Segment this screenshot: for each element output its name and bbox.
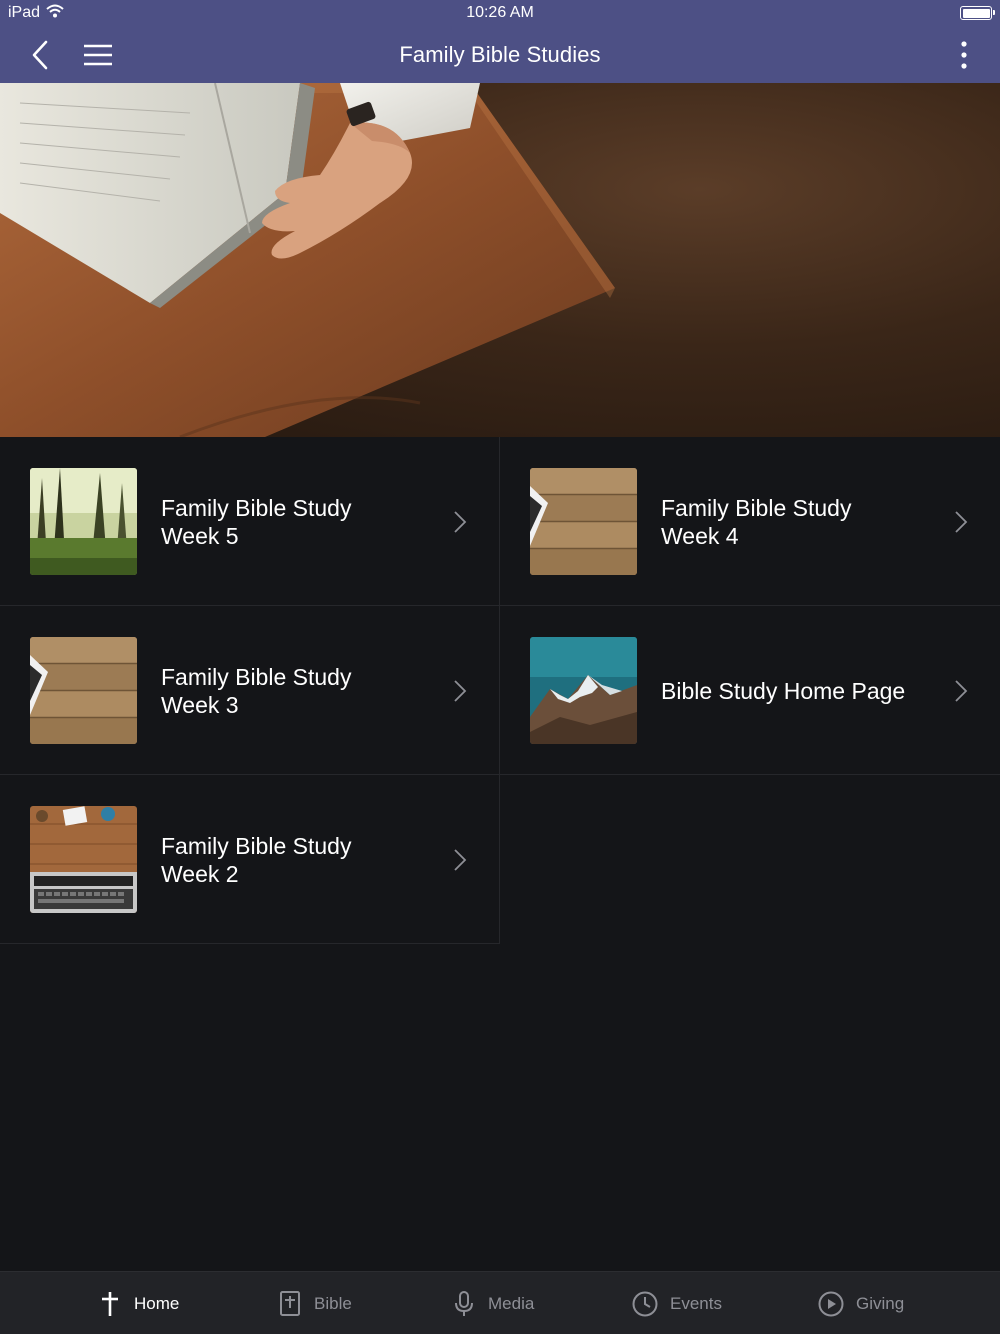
- item-title-line1: Bible Study Home Page: [661, 677, 906, 704]
- item-title: Bible Study Home Page: [661, 606, 921, 775]
- chevron-right-icon: [454, 849, 467, 871]
- tab-label: Media: [488, 1293, 535, 1313]
- wood-planks-thumbnail: [30, 637, 137, 744]
- tab-bible[interactable]: Bible: [278, 1272, 352, 1334]
- bottom-tab-bar: Home Bible Media Events Giving: [0, 1271, 1000, 1334]
- item-title: Family Bible Study Week 4: [661, 437, 921, 606]
- hero-illustration: [0, 83, 615, 437]
- chevron-right-icon: [955, 511, 968, 533]
- item-title-line1: Family Bible Study: [161, 494, 352, 521]
- chevron-right-icon: [454, 680, 467, 702]
- list-item-home-page[interactable]: Bible Study Home Page: [500, 606, 1000, 775]
- item-title-line2: Week 4: [661, 522, 739, 549]
- tab-home[interactable]: Home: [98, 1272, 179, 1334]
- clock-icon: [632, 1291, 658, 1316]
- item-title: Family Bible Study Week 2: [161, 775, 421, 944]
- list-item-week-3[interactable]: Family Bible Study Week 3: [0, 606, 500, 775]
- chevron-right-icon: [955, 680, 968, 702]
- item-title-line1: Family Bible Study: [661, 494, 852, 521]
- status-time: 10:26 AM: [466, 4, 534, 21]
- item-title-line1: Family Bible Study: [161, 663, 352, 690]
- list-item-week-2[interactable]: Family Bible Study Week 2: [0, 775, 500, 944]
- item-title-line2: Week 3: [161, 691, 239, 718]
- bible-icon: [280, 1290, 300, 1316]
- item-title: Family Bible Study Week 3: [161, 606, 421, 775]
- cross-icon: [102, 1291, 118, 1316]
- battery-icon: [960, 6, 995, 20]
- tab-label: Bible: [314, 1293, 352, 1313]
- tab-media[interactable]: Media: [452, 1272, 534, 1334]
- item-title-line2: Week 2: [161, 860, 239, 887]
- tab-events[interactable]: Events: [632, 1272, 722, 1334]
- vertical-ellipsis-icon[interactable]: [954, 38, 974, 72]
- item-title-line1: Family Bible Study: [161, 832, 352, 859]
- chevron-right-icon: [454, 511, 467, 533]
- play-circle-icon: [818, 1291, 844, 1316]
- tab-label: Events: [670, 1293, 722, 1313]
- list-item-week-4[interactable]: Family Bible Study Week 4: [500, 437, 1000, 606]
- tab-label: Home: [134, 1293, 180, 1313]
- desk-laptop-thumbnail: [30, 806, 137, 913]
- list-item-week-5[interactable]: Family Bible Study Week 5: [0, 437, 500, 606]
- tab-label: Giving: [856, 1293, 905, 1313]
- hero-image: [0, 83, 1000, 437]
- page-title: Family Bible Studies: [399, 42, 601, 67]
- wood-planks-thumbnail: [530, 468, 637, 575]
- top-bar: iPad 10:26 AM Family Bible Studies: [0, 0, 1000, 83]
- mountains-thumbnail: [530, 637, 637, 744]
- status-bar: iPad 10:26 AM: [0, 0, 1000, 28]
- microphone-icon: [455, 1290, 473, 1316]
- forest-thumbnail: [30, 468, 137, 575]
- tab-giving[interactable]: Giving: [818, 1272, 904, 1334]
- item-title: Family Bible Study Week 5: [161, 437, 421, 606]
- item-title-line2: Week 5: [161, 522, 239, 549]
